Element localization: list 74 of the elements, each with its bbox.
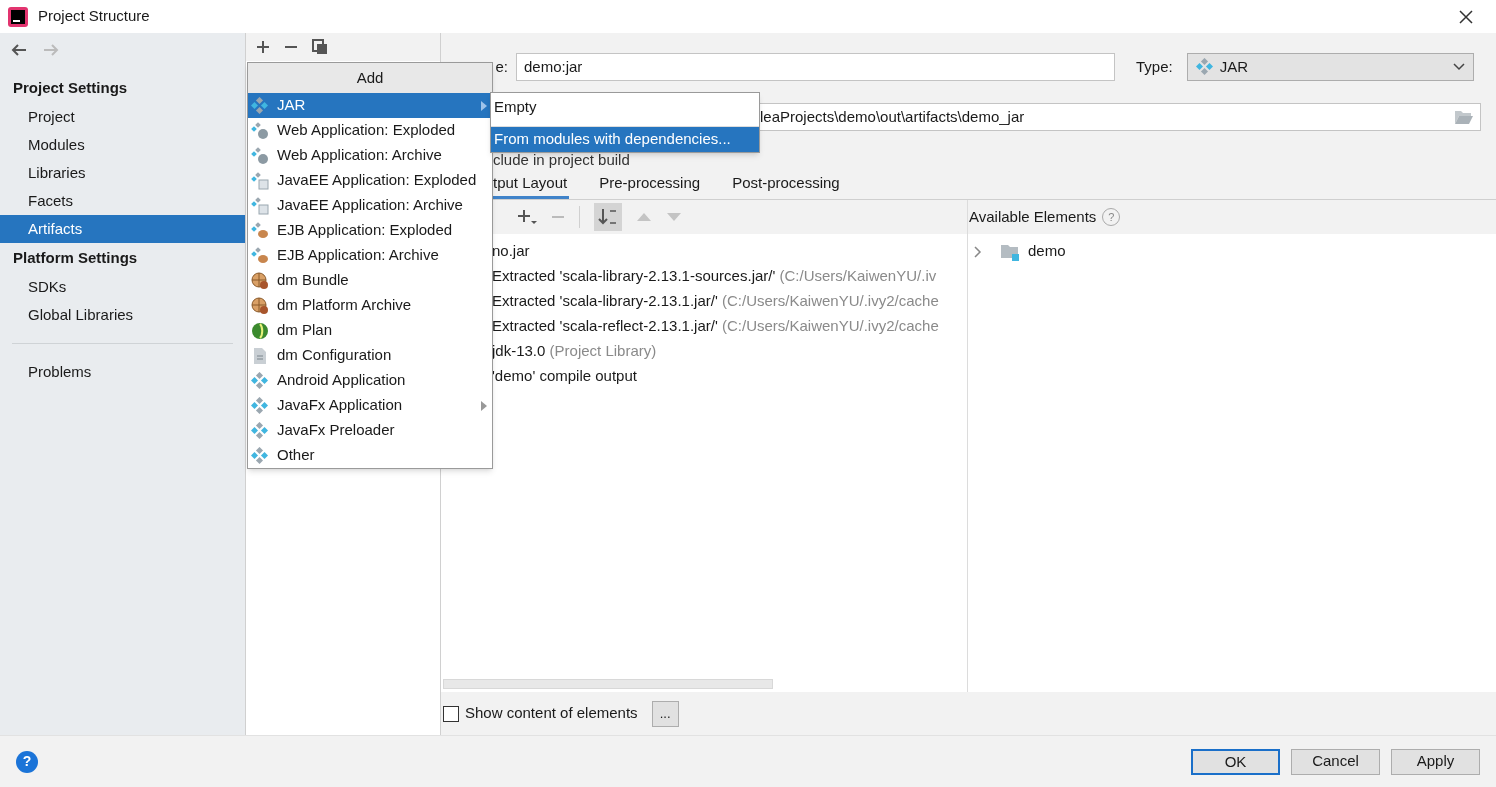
sidebar-item[interactable]: Artifacts (0, 215, 245, 243)
bean-badge-icon (251, 221, 269, 240)
globe-icon (251, 296, 269, 315)
diamonds-icon (1195, 58, 1214, 76)
globe-badge-icon (251, 146, 269, 165)
diamonds-icon (251, 396, 269, 415)
leaf-icon (251, 321, 269, 340)
tree-item[interactable]: Extracted 'scala-library-2.13.1.jar/' (C:/Users/KaiwenYU/.ivy2/cache (492, 289, 967, 314)
tree-item[interactable]: demo (968, 239, 1496, 264)
menu-header: Add (248, 63, 492, 93)
chevron-right-icon[interactable] (972, 245, 982, 258)
checkbox-label: Show content of elements (465, 703, 638, 724)
diamonds-icon (251, 96, 269, 115)
globe-badge-icon (251, 121, 269, 140)
tree-item[interactable]: no.jar (492, 239, 967, 264)
diamonds-icon (251, 371, 269, 390)
sidebar-section-title: Platform Settings (12, 247, 139, 268)
menu-item[interactable]: EJB Application: Archive (248, 243, 492, 268)
type-label: Type: (1136, 56, 1173, 77)
menu-item[interactable]: JAR (248, 93, 492, 118)
menu-item[interactable]: JavaFx Preloader (248, 418, 492, 443)
app-logo-icon (8, 6, 28, 27)
grid-badge-icon (251, 171, 269, 190)
close-icon (1458, 8, 1474, 25)
dialog-button[interactable]: Cancel (1291, 748, 1380, 775)
sidebar-item[interactable]: SDKs (0, 273, 245, 301)
tree-item[interactable]: 'demo' compile output (492, 364, 967, 389)
menu-item[interactable]: JavaEE Application: Exploded (248, 168, 492, 193)
menu-item[interactable]: JavaEE Application: Archive (248, 193, 492, 218)
tab[interactable]: Pre-processing (597, 171, 703, 199)
available-elements-title: Available Elements (969, 206, 1097, 227)
globe-icon (251, 271, 269, 290)
sidebar-item[interactable]: Facets (0, 187, 245, 215)
menu-item[interactable]: Other (248, 443, 492, 468)
sidebar-item[interactable]: Libraries (0, 159, 245, 187)
copy-icon[interactable] (312, 39, 328, 55)
name-label: e: (494, 56, 509, 77)
chevron-down-icon (1453, 63, 1465, 71)
add-icon[interactable] (256, 40, 270, 54)
menu-item[interactable]: dm Bundle (248, 268, 492, 293)
checkbox[interactable] (443, 705, 459, 722)
menu-item[interactable]: dm Configuration (248, 343, 492, 368)
sidebar-item[interactable]: Problems (0, 358, 245, 386)
menu-item[interactable]: From modules with dependencies... (491, 126, 759, 152)
menu-item[interactable]: dm Platform Archive (248, 293, 492, 318)
tree-item[interactable]: Extracted 'scala-library-2.13.1-sources.jar/' (C:/Users/KaiwenYU/.iv (492, 264, 967, 289)
name-field[interactable]: demo:jar (516, 53, 1115, 81)
sidebar-item[interactable]: Modules (0, 131, 245, 159)
menu-item[interactable]: EJB Application: Exploded (248, 218, 492, 243)
more-button[interactable]: ... (651, 700, 679, 727)
bean-badge-icon (251, 246, 269, 265)
help-button[interactable]: ? (16, 750, 38, 773)
window-title: Project Structure (38, 6, 150, 27)
document-icon (251, 346, 269, 365)
diamonds-icon (251, 421, 269, 440)
add-dropdown-icon[interactable] (517, 208, 537, 226)
sidebar-item[interactable]: Project (0, 103, 245, 131)
sidebar-section-title: Project Settings (12, 77, 129, 98)
menu-item[interactable]: Android Application (248, 368, 492, 393)
dialog-button[interactable]: OK (1191, 748, 1280, 775)
sort-icon[interactable] (594, 203, 622, 231)
diamonds-icon (251, 446, 269, 465)
menu-item[interactable]: Web Application: Archive (248, 143, 492, 168)
tab[interactable]: Post-processing (730, 171, 842, 199)
menu-item[interactable]: JavaFx Application (248, 393, 492, 418)
sidebar-item[interactable]: Global Libraries (0, 301, 245, 329)
type-dropdown[interactable]: JAR (1186, 53, 1474, 81)
tree-item[interactable]: jdk-13.0 (Project Library) (492, 339, 967, 364)
folder-icon (1000, 242, 1020, 261)
grid-badge-icon (251, 196, 269, 215)
menu-item[interactable]: dm Plan (248, 318, 492, 343)
dialog-button[interactable]: Apply (1391, 748, 1480, 775)
tree-item[interactable]: Extracted 'scala-reflect-2.13.1.jar/' (C:/Users/KaiwenYU/.ivy2/cache (492, 314, 967, 339)
horizontal-scrollbar[interactable] (443, 679, 773, 689)
